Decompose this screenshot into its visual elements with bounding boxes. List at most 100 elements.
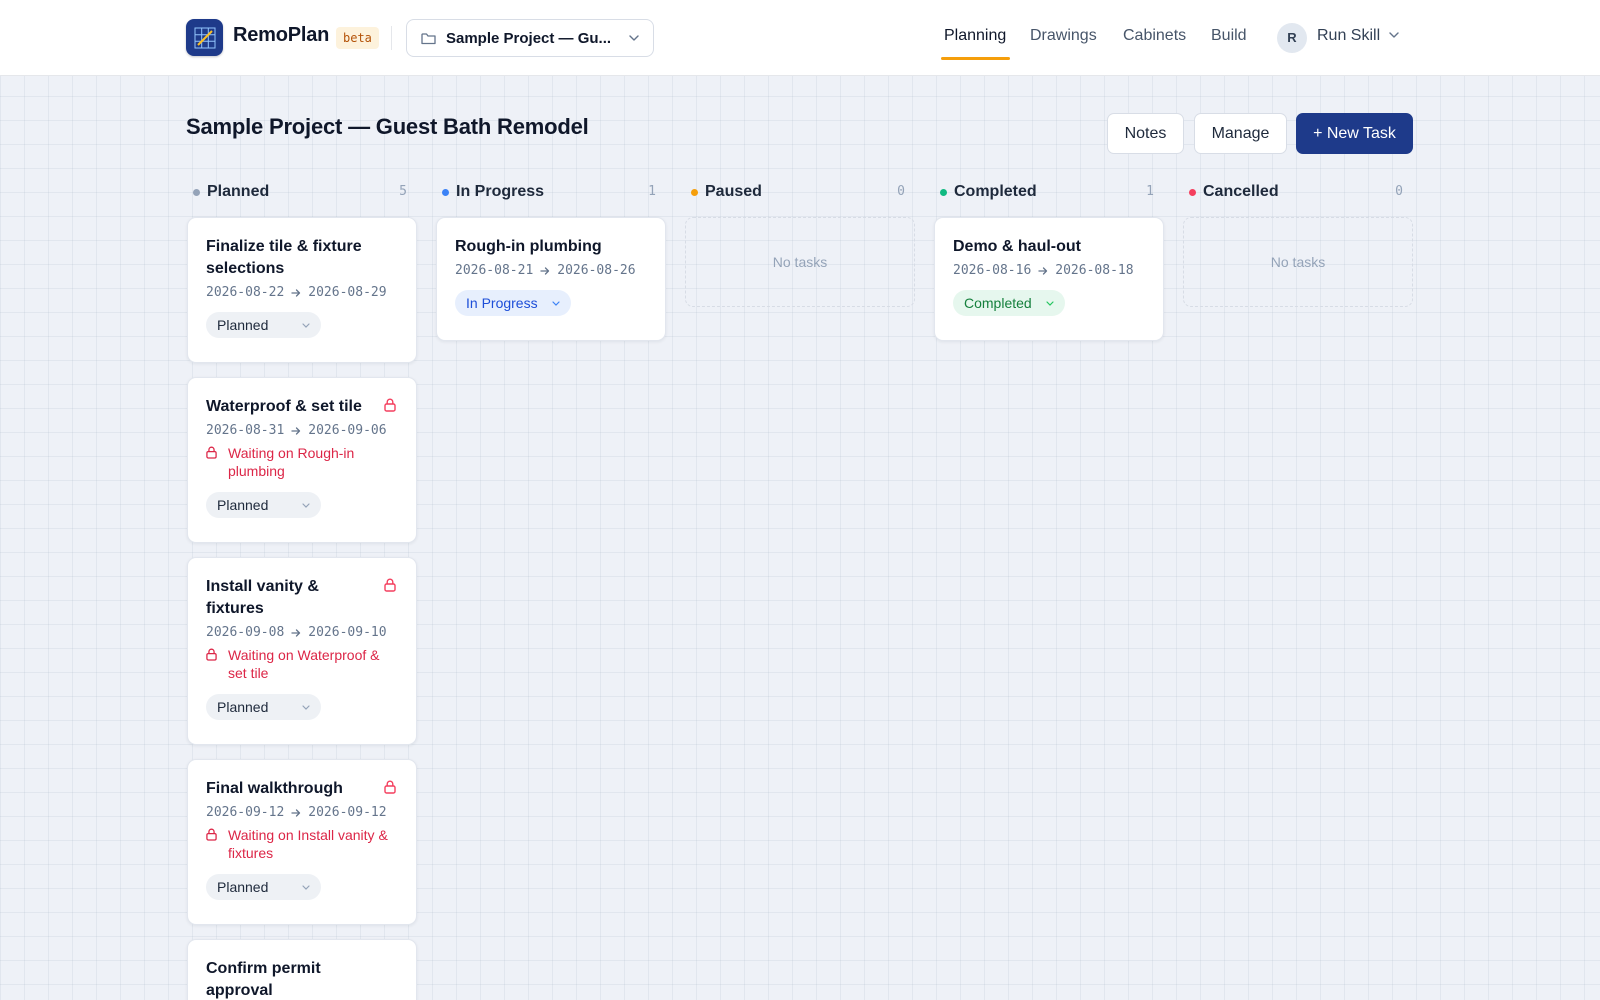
beta-badge: beta — [336, 27, 379, 49]
project-selector-value: Sample Project — Gu... — [446, 29, 612, 47]
status-dot — [691, 189, 698, 196]
task-start-date: 2026-09-08 — [206, 625, 285, 640]
lock-icon — [206, 646, 228, 661]
arrow-right-icon — [291, 426, 301, 436]
status-select[interactable]: Planned — [206, 694, 321, 720]
task-end-date: 2026-08-18 — [1055, 263, 1134, 278]
task-dates: 2026-09-12 2026-09-12 — [206, 805, 398, 820]
notes-button[interactable]: Notes — [1107, 113, 1184, 154]
chevron-down-icon[interactable] — [1389, 32, 1399, 38]
column-header-paused: Paused 0 — [685, 182, 911, 204]
nav-drawings[interactable]: Drawings — [1030, 27, 1097, 45]
status-select-value: Completed — [964, 295, 1032, 311]
app-logo[interactable] — [186, 19, 223, 56]
dependency-warning: Waiting on Install vanity & fixtures — [206, 826, 398, 862]
task-start-date: 2026-08-22 — [206, 285, 285, 300]
lock-icon — [384, 578, 396, 592]
task-card[interactable]: Demo & haul-out 2026-08-16 2026-08-18 Co… — [934, 217, 1164, 341]
column-count: 5 — [399, 184, 407, 199]
manage-button[interactable]: Manage — [1194, 113, 1287, 154]
top-bar: RemoPlan beta Sample Project — Gu... Pla… — [0, 0, 1600, 76]
arrow-right-icon — [291, 628, 301, 638]
chevron-down-icon — [302, 704, 310, 710]
blueprint-grid-icon — [194, 27, 215, 48]
empty-column-placeholder: No tasks — [1183, 217, 1413, 307]
nav-build[interactable]: Build — [1211, 27, 1247, 45]
dependency-text: Waiting on Install vanity & fixtures — [228, 827, 388, 861]
task-card[interactable]: Confirm permit approval ... 2026-08-25 — [187, 939, 417, 1000]
status-select[interactable]: Planned — [206, 874, 321, 900]
arrow-right-icon — [291, 288, 301, 298]
task-start-date: 2026-09-12 — [206, 805, 285, 820]
status-dot — [1189, 189, 1196, 196]
task-card[interactable]: Finalize tile & fixture selections 2026-… — [187, 217, 417, 363]
column-count: 0 — [1395, 184, 1403, 199]
task-end-date: 2026-08-26 — [557, 263, 636, 278]
dependency-text: Waiting on Waterproof & set tile — [228, 647, 380, 681]
status-select-value: Planned — [217, 497, 269, 513]
header-divider — [391, 26, 392, 50]
column-title: Cancelled — [1203, 183, 1279, 200]
status-select[interactable]: Planned — [206, 492, 321, 518]
status-select-value: Planned — [217, 317, 269, 333]
arrow-right-icon — [1038, 266, 1048, 276]
user-avatar[interactable]: R — [1277, 23, 1307, 53]
status-select[interactable]: In Progress — [455, 290, 571, 316]
task-dates: 2026-08-22 2026-08-29 — [206, 285, 398, 300]
nav-active-indicator — [941, 57, 1010, 60]
column-count: 0 — [897, 184, 905, 199]
task-title: Rough-in plumbing — [455, 238, 602, 255]
status-dot — [442, 189, 449, 196]
task-dates: 2026-08-21 2026-08-26 — [455, 263, 647, 278]
task-end-date: 2026-09-10 — [308, 625, 387, 640]
dependency-text: Waiting on Rough-in plumbing — [228, 445, 355, 479]
app-name: RemoPlan — [233, 24, 330, 46]
chevron-down-icon — [551, 300, 560, 306]
dependency-warning: Waiting on Rough-in plumbing — [206, 444, 398, 480]
task-card[interactable]: Waterproof & set tile 2026-08-31 2026-09… — [187, 377, 417, 543]
project-selector[interactable]: Sample Project — Gu... — [406, 19, 654, 57]
column-title: Completed — [954, 183, 1037, 200]
status-select-value: Planned — [217, 879, 269, 895]
status-select[interactable]: Completed — [953, 290, 1065, 316]
new-task-button[interactable]: + New Task — [1296, 113, 1413, 154]
status-select-value: Planned — [217, 699, 269, 715]
lock-icon — [206, 444, 228, 459]
task-start-date: 2026-08-21 — [455, 263, 534, 278]
column-count: 1 — [1146, 184, 1154, 199]
column-header-planned: Planned 5 — [187, 182, 413, 204]
task-dates: 2026-09-08 2026-09-10 — [206, 625, 398, 640]
lock-icon — [384, 780, 396, 794]
chevron-down-icon — [1046, 300, 1054, 306]
column-count: 1 — [648, 184, 656, 199]
empty-column-placeholder: No tasks — [685, 217, 915, 307]
lock-icon — [206, 826, 228, 841]
task-start-date: 2026-08-31 — [206, 423, 285, 438]
chevron-down-icon — [302, 322, 310, 328]
task-title: Confirm permit approval — [206, 960, 321, 999]
task-dates: 2026-08-31 2026-09-06 — [206, 423, 398, 438]
arrow-right-icon — [291, 808, 301, 818]
chevron-down-icon — [302, 884, 310, 890]
column-header-in-progress: In Progress 1 — [436, 182, 662, 204]
arrow-right-icon — [540, 266, 550, 276]
task-title: Demo & haul-out — [953, 238, 1081, 255]
nav-planning[interactable]: Planning — [944, 27, 1006, 45]
task-card[interactable]: Install vanity & fixtures 2026-09-08 202… — [187, 557, 417, 745]
user-menu-name[interactable]: Run Skill — [1317, 27, 1380, 45]
folder-icon — [421, 32, 436, 45]
column-title: In Progress — [456, 183, 545, 200]
column-header-cancelled: Cancelled 0 — [1183, 182, 1409, 204]
task-dates: 2026-08-16 2026-08-18 — [953, 263, 1145, 278]
task-end-date: 2026-09-12 — [308, 805, 387, 820]
column-title: Planned — [207, 183, 270, 200]
status-select-value: In Progress — [466, 295, 538, 311]
dependency-warning: Waiting on Waterproof & set tile — [206, 646, 398, 682]
status-select[interactable]: Planned — [206, 312, 321, 338]
task-title: Finalize tile & fixture selections — [206, 238, 362, 277]
status-dot — [940, 189, 947, 196]
task-card[interactable]: Final walkthrough 2026-09-12 2026-09-12 … — [187, 759, 417, 925]
nav-cabinets[interactable]: Cabinets — [1123, 27, 1186, 45]
task-card[interactable]: Rough-in plumbing 2026-08-21 2026-08-26 … — [436, 217, 666, 341]
task-title: Waterproof & set tile — [206, 398, 362, 415]
